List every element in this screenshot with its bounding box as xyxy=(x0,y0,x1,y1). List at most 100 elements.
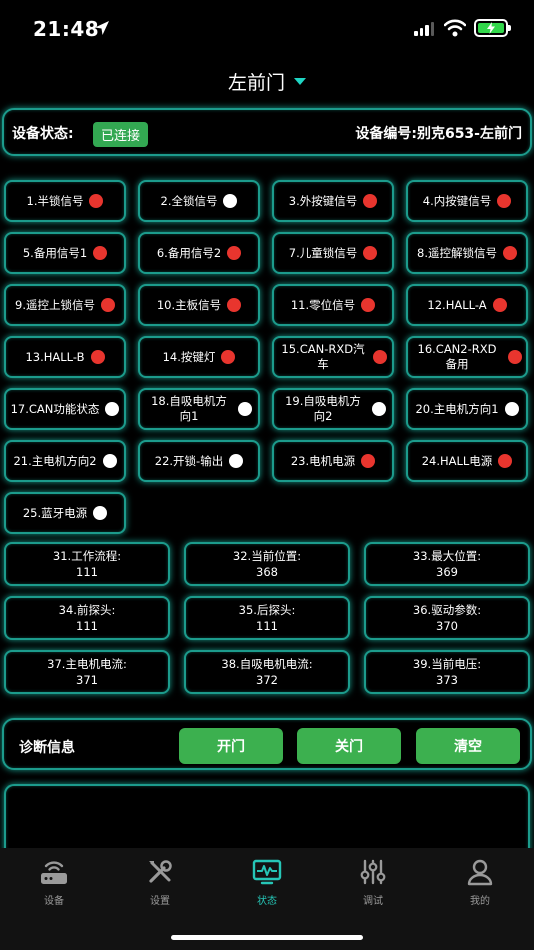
signal-cell: 15.CAN-RXD汽车 xyxy=(272,336,394,378)
status-indicator-dot xyxy=(497,194,512,208)
open-door-button[interactable]: 开门 xyxy=(179,728,283,764)
status-indicator-dot xyxy=(223,194,238,208)
status-indicator-dot xyxy=(363,194,378,208)
status-indicator-dot xyxy=(363,246,378,260)
signal-cell: 19.自吸电机方向2 xyxy=(272,388,394,430)
signal-label: 25.蓝牙电源 xyxy=(22,505,88,520)
value-label: 36.驱动参数: xyxy=(412,603,482,617)
tab-status[interactable]: 状态 xyxy=(227,858,307,907)
device-number: 设备编号:别克653-左前门 xyxy=(355,123,522,143)
status-indicator-dot xyxy=(105,402,120,416)
signal-label: 12.HALL-A xyxy=(427,297,487,312)
connection-status-badge: 已连接 xyxy=(93,122,149,147)
status-indicator-dot xyxy=(227,298,242,312)
tab-label: 状态 xyxy=(257,896,277,907)
signal-cell: 10.主板信号 xyxy=(138,284,260,326)
user-icon xyxy=(467,859,493,886)
signal-label: 17.CAN功能状态 xyxy=(10,401,100,416)
signal-cell: 2.全锁信号 xyxy=(138,180,260,222)
tab-debug[interactable]: 调试 xyxy=(333,858,413,907)
value-label: 38.自吸电机电流: xyxy=(221,657,313,671)
tools-icon xyxy=(149,860,172,883)
app-screen: { "status_bar": {"time": "21:48"}, "head… xyxy=(0,0,534,950)
device-number-label: 设备编号: xyxy=(355,126,417,142)
clear-button[interactable]: 清空 xyxy=(416,728,520,764)
signal-label: 21.主电机方向2 xyxy=(13,453,97,468)
value-label: 35.后探头: xyxy=(238,603,296,617)
signal-cell: 13.HALL-B xyxy=(4,336,126,378)
signal-cell: 17.CAN功能状态 xyxy=(4,388,126,430)
value-cell: 34.前探头: 111 xyxy=(4,596,170,640)
status-indicator-dot xyxy=(372,402,386,416)
tab-device[interactable]: 设备 xyxy=(14,858,94,907)
status-indicator-dot xyxy=(102,454,117,468)
value-label: 32.当前位置: xyxy=(232,549,302,563)
signal-label: 7.儿童锁信号 xyxy=(288,245,358,260)
signal-label: 6.备用信号2 xyxy=(156,245,222,260)
status-time: 21:48 xyxy=(33,17,100,41)
status-indicator-dot xyxy=(227,246,242,260)
signal-label: 22.开锁-输出 xyxy=(154,453,224,468)
signal-cell: 18.自吸电机方向1 xyxy=(138,388,260,430)
value-cell: 35.后探头: 111 xyxy=(184,596,350,640)
status-indicator-dot xyxy=(100,298,115,312)
value-number: 369 xyxy=(436,565,458,579)
value-number: 111 xyxy=(76,565,98,579)
signal-label: 23.电机电源 xyxy=(290,453,356,468)
status-indicator-dot xyxy=(238,402,252,416)
value-cell: 32.当前位置: 368 xyxy=(184,542,350,586)
value-label: 31.工作流程: xyxy=(52,549,122,563)
signal-cell: 16.CAN2-RXD备用 xyxy=(406,336,528,378)
signal-label: 2.全锁信号 xyxy=(160,193,218,208)
signal-label: 16.CAN2-RXD备用 xyxy=(417,342,497,371)
signal-label: 3.外按键信号 xyxy=(288,193,358,208)
diagnostics-label: 诊断信息 xyxy=(19,740,75,756)
diagnostics-bar: 诊断信息 开门 关门 清空 xyxy=(2,718,532,770)
wifi-icon xyxy=(444,19,466,37)
signal-label: 9.遥控上锁信号 xyxy=(15,297,95,312)
value-cell: 38.自吸电机电流: 372 xyxy=(184,650,350,694)
value-number: 372 xyxy=(256,673,278,687)
tab-mine[interactable]: 我的 xyxy=(440,858,520,907)
signal-cell: 5.备用信号1 xyxy=(4,232,126,274)
caret-down-icon xyxy=(294,78,306,85)
status-bar: 21:48 xyxy=(0,0,534,56)
status-indicator-dot xyxy=(90,350,105,364)
signal-cell: 9.遥控上锁信号 xyxy=(4,284,126,326)
signal-cell: 23.电机电源 xyxy=(272,440,394,482)
status-indicator-dot xyxy=(502,246,517,260)
signal-grid: 1.半锁信号 2.全锁信号 3.外按键信号 4.内按键信号 5.备用信号1 6.… xyxy=(4,180,530,534)
tab-label: 我的 xyxy=(470,896,490,907)
device-info-bar: 设备状态: 已连接 设备编号:别克653-左前门 xyxy=(2,108,532,156)
value-number: 111 xyxy=(76,619,98,633)
signal-cell: 20.主电机方向1 xyxy=(406,388,528,430)
status-indicator-dot xyxy=(508,350,522,364)
value-cell: 31.工作流程: 111 xyxy=(4,542,170,586)
monitor-icon xyxy=(252,859,282,885)
status-indicator-dot xyxy=(361,298,376,312)
status-indicator-dot xyxy=(498,454,513,468)
value-cell: 33.最大位置: 369 xyxy=(364,542,530,586)
signal-label: 20.主电机方向1 xyxy=(415,401,499,416)
signal-label: 4.内按键信号 xyxy=(422,193,492,208)
signal-cell: 8.遥控解锁信号 xyxy=(406,232,528,274)
signal-cell: 3.外按键信号 xyxy=(272,180,394,222)
close-door-button[interactable]: 关门 xyxy=(297,728,401,764)
door-selector[interactable]: 左前门 xyxy=(0,68,534,95)
value-label: 39.当前电压: xyxy=(412,657,482,671)
tab-settings[interactable]: 设置 xyxy=(120,858,200,907)
router-icon xyxy=(41,861,67,884)
signal-cell: 24.HALL电源 xyxy=(406,440,528,482)
value-number: 371 xyxy=(76,673,98,687)
cellular-signal-icon xyxy=(414,22,434,36)
value-cell: 37.主电机电流: 371 xyxy=(4,650,170,694)
signal-cell: 22.开锁-输出 xyxy=(138,440,260,482)
status-indicator-dot xyxy=(221,350,236,364)
status-indicator-dot xyxy=(93,246,108,260)
signal-label: 10.主板信号 xyxy=(156,297,222,312)
page-title: 左前门 xyxy=(227,72,285,94)
signal-label: 8.遥控解锁信号 xyxy=(417,245,497,260)
status-indicator-dot xyxy=(93,506,108,520)
device-status-label: 设备状态: xyxy=(12,126,74,142)
signal-cell: 1.半锁信号 xyxy=(4,180,126,222)
